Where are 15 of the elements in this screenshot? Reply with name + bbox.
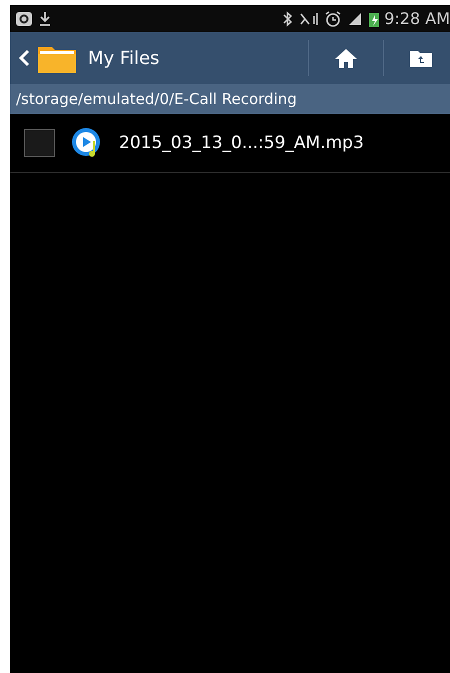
app-badge-icon bbox=[16, 12, 32, 26]
file-checkbox[interactable] bbox=[24, 129, 55, 157]
back-icon[interactable] bbox=[18, 49, 30, 67]
bluetooth-icon bbox=[283, 10, 294, 26]
folder-path: /storage/emulated/0/E-Call Recording bbox=[16, 90, 297, 108]
download-icon bbox=[39, 10, 51, 26]
file-name[interactable]: 2015_03_13_0...:59_AM.mp3 bbox=[119, 133, 364, 153]
home-icon bbox=[334, 48, 358, 68]
audio-file-icon bbox=[71, 127, 103, 159]
alarm-icon bbox=[325, 10, 342, 26]
clock-time: 9:28 AM bbox=[384, 9, 450, 28]
battery-icon bbox=[369, 10, 380, 26]
app-title: My Files bbox=[88, 48, 160, 68]
signal-icon bbox=[348, 12, 362, 26]
folder-up-icon bbox=[410, 49, 432, 67]
